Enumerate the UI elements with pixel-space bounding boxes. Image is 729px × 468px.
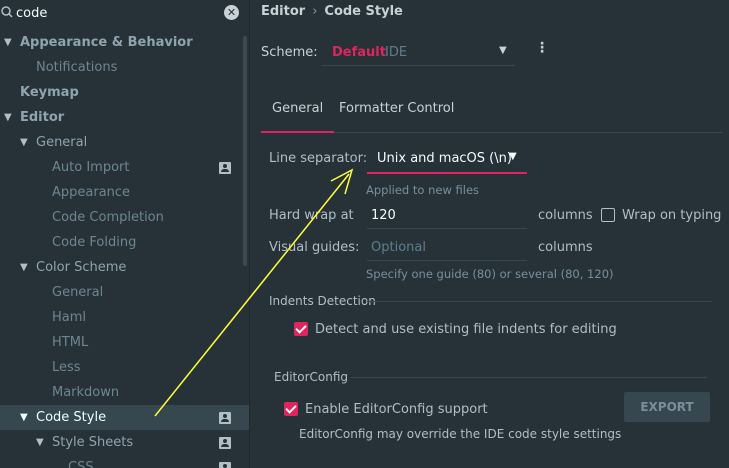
expand-arrow-icon[interactable]: ▼ — [4, 30, 12, 55]
sidebar-item-keymap[interactable]: Keymap — [0, 80, 249, 105]
chevron-down-icon: ▼ — [499, 45, 507, 56]
search-input[interactable] — [16, 3, 216, 23]
search-icon — [1, 6, 13, 18]
sidebar-item-auto-import[interactable]: Auto Import — [0, 155, 249, 180]
scheme-dropdown[interactable]: Default IDE ▼ — [321, 40, 515, 66]
hard-wrap-label: Hard wrap at — [269, 208, 354, 223]
editorconfig-heading: EditorConfig — [274, 370, 349, 384]
sidebar-item-appearance-behavior[interactable]: ▼ Appearance & Behavior — [0, 30, 249, 55]
project-scope-icon — [219, 462, 231, 468]
line-separator-hint: Applied to new files — [366, 183, 480, 197]
expand-arrow-icon[interactable]: ▼ — [36, 430, 44, 455]
enable-editorconfig-label[interactable]: Enable EditorConfig support — [305, 402, 488, 417]
sidebar-item-style-sheets[interactable]: ▼ Style Sheets — [0, 430, 249, 455]
settings-sidebar: ✕ ▼ Appearance & Behavior Notifications … — [0, 0, 250, 468]
visual-guides-input[interactable] — [367, 235, 527, 261]
breadcrumb-current: Code Style — [324, 4, 403, 19]
settings-content: Editor › Code Style Scheme: Default IDE ▼ … — [251, 0, 729, 468]
search-bar: ✕ — [0, 0, 249, 26]
scheme-label: Scheme: — [261, 45, 318, 60]
tab-bar: General Formatter Control — [261, 96, 723, 133]
visual-guides-label: Visual guides: — [269, 240, 360, 255]
sidebar-scrollbar[interactable] — [243, 36, 247, 266]
enable-editorconfig-checkbox[interactable] — [284, 402, 298, 416]
section-divider — [351, 377, 707, 378]
sidebar-item-notifications[interactable]: Notifications — [0, 55, 249, 80]
tab-formatter-control[interactable]: Formatter Control — [328, 96, 465, 133]
sidebar-item-code-style[interactable]: ▼ Code Style — [0, 405, 249, 430]
expand-arrow-icon[interactable]: ▼ — [20, 255, 28, 280]
sidebar-item-editor[interactable]: ▼ Editor — [0, 105, 249, 130]
sidebar-item-haml[interactable]: Haml — [0, 305, 249, 330]
tab-general[interactable]: General — [261, 96, 335, 133]
project-scope-icon — [219, 437, 231, 449]
breadcrumb-separator: › — [312, 4, 318, 19]
hard-wrap-unit: columns — [538, 208, 593, 223]
detect-indents-checkbox[interactable] — [294, 322, 308, 336]
sidebar-item-markdown[interactable]: Markdown — [0, 380, 249, 405]
wrap-on-typing-checkbox[interactable] — [601, 208, 615, 222]
expand-arrow-icon[interactable]: ▼ — [4, 105, 12, 130]
sidebar-item-css[interactable]: CSS — [0, 455, 249, 468]
sidebar-item-less[interactable]: Less — [0, 355, 249, 380]
line-separator-dropdown[interactable]: Unix and macOS (\n) ▼ — [367, 146, 527, 174]
sidebar-item-color-scheme-general[interactable]: General — [0, 280, 249, 305]
more-actions-icon[interactable]: ⋮ — [535, 40, 549, 56]
project-scope-icon — [219, 162, 231, 174]
export-button[interactable]: EXPORT — [624, 392, 710, 422]
indents-detection-heading: Indents Detection — [269, 294, 376, 308]
expand-arrow-icon[interactable]: ▼ — [20, 405, 28, 430]
hard-wrap-input[interactable] — [367, 203, 527, 229]
sidebar-item-color-scheme[interactable]: ▼ Color Scheme — [0, 255, 249, 280]
sidebar-item-editor-general[interactable]: ▼ General — [0, 130, 249, 155]
sidebar-item-code-folding[interactable]: Code Folding — [0, 230, 249, 255]
clear-search-icon[interactable]: ✕ — [224, 5, 239, 20]
visual-guides-unit: columns — [538, 240, 593, 255]
wrap-on-typing-label[interactable]: Wrap on typing — [622, 208, 721, 223]
line-separator-label: Line separator: — [269, 151, 368, 166]
project-scope-icon — [219, 412, 231, 424]
chevron-down-icon: ▼ — [509, 151, 517, 162]
sidebar-item-appearance[interactable]: Appearance — [0, 180, 249, 205]
breadcrumb: Editor › Code Style — [261, 2, 403, 22]
sidebar-item-html[interactable]: HTML — [0, 330, 249, 355]
detect-indents-label[interactable]: Detect and use existing file indents for… — [315, 322, 617, 337]
section-divider — [367, 301, 712, 302]
editorconfig-note: EditorConfig may override the IDE code s… — [299, 427, 622, 441]
scheme-kind: IDE — [385, 45, 408, 60]
expand-arrow-icon[interactable]: ▼ — [20, 130, 28, 155]
line-separator-value: Unix and macOS (\n) — [377, 151, 512, 166]
visual-guides-hint: Specify one guide (80) or several (80, 1… — [366, 267, 614, 281]
breadcrumb-root[interactable]: Editor — [261, 4, 305, 19]
sidebar-item-code-completion[interactable]: Code Completion — [0, 205, 249, 230]
scheme-name: Default — [332, 45, 386, 60]
